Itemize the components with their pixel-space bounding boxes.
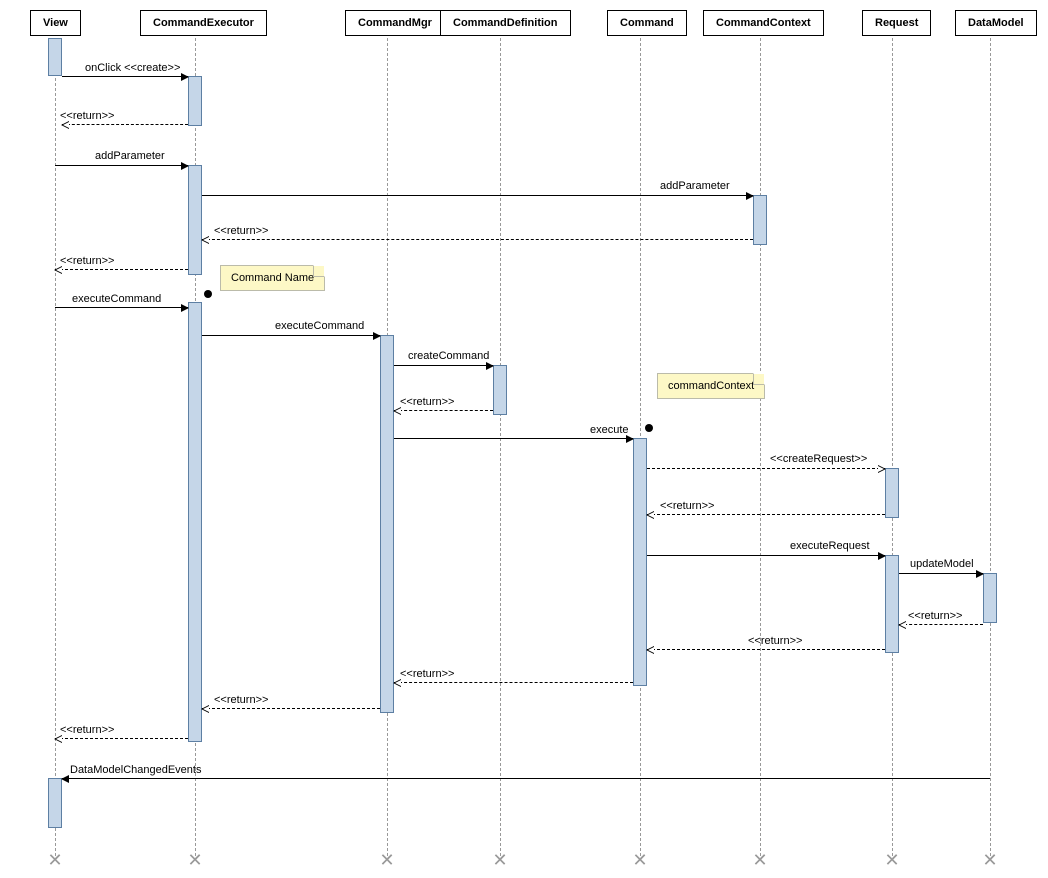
activation-exec-3 bbox=[188, 302, 202, 742]
activation-req-2 bbox=[885, 555, 899, 653]
participant-request: Request bbox=[862, 10, 931, 36]
arrow-return-6 bbox=[899, 624, 983, 625]
msg-return-2: <<return>> bbox=[214, 225, 268, 237]
arrow-addparam-2 bbox=[202, 195, 753, 196]
participant-commandmgr: CommandMgr bbox=[345, 10, 445, 36]
msg-addparam-1: addParameter bbox=[95, 150, 165, 162]
arrow-execcmd-2 bbox=[202, 335, 380, 336]
activation-ctx-1 bbox=[753, 195, 767, 245]
lifeline-request bbox=[892, 38, 893, 856]
participant-datamodel: DataModel bbox=[955, 10, 1037, 36]
activation-def-1 bbox=[493, 365, 507, 415]
lifeline-datamodel bbox=[990, 38, 991, 856]
msg-return-8: <<return>> bbox=[400, 668, 454, 680]
msg-dmchanged: DataModelChangedEvents bbox=[70, 764, 201, 776]
msg-addparam-2: addParameter bbox=[660, 180, 730, 192]
msg-onclick: onClick <<create>> bbox=[85, 62, 180, 74]
activation-req-1 bbox=[885, 468, 899, 518]
activation-view-2 bbox=[48, 778, 62, 828]
sequence-diagram: View CommandExecutor CommandMgr CommandD… bbox=[0, 0, 1048, 878]
activation-dm-1 bbox=[983, 573, 997, 623]
msg-createreq: <<createRequest>> bbox=[770, 453, 867, 465]
arrow-createreq bbox=[647, 468, 885, 469]
participant-commandcontext: CommandContext bbox=[703, 10, 824, 36]
lifeline-commanddefinition bbox=[500, 38, 501, 856]
activation-cmd-1 bbox=[633, 438, 647, 686]
activation-mgr-1 bbox=[380, 335, 394, 713]
activation-exec-1 bbox=[188, 76, 202, 126]
destroy-ctx bbox=[750, 850, 770, 870]
activation-view-1 bbox=[48, 38, 62, 76]
dot-cmdname bbox=[204, 290, 212, 298]
note-command-name: Command Name bbox=[220, 265, 325, 291]
msg-return-6: <<return>> bbox=[908, 610, 962, 622]
destroy-view bbox=[45, 850, 65, 870]
msg-execcmd-2: executeCommand bbox=[275, 320, 364, 332]
arrow-execcmd-1 bbox=[55, 307, 188, 308]
arrow-dmchanged bbox=[62, 778, 990, 779]
msg-execreq: executeRequest bbox=[790, 540, 870, 552]
destroy-dm bbox=[980, 850, 1000, 870]
msg-return-10: <<return>> bbox=[60, 724, 114, 736]
lifeline-commandcontext bbox=[760, 38, 761, 856]
arrow-execreq bbox=[647, 555, 885, 556]
participant-commanddefinition: CommandDefinition bbox=[440, 10, 571, 36]
arrow-return-9 bbox=[202, 708, 380, 709]
arrow-return-1 bbox=[62, 124, 188, 125]
dot-cmdctx bbox=[645, 424, 653, 432]
arrow-return-8 bbox=[394, 682, 633, 683]
msg-return-9: <<return>> bbox=[214, 694, 268, 706]
msg-return-4: <<return>> bbox=[400, 396, 454, 408]
participant-command: Command bbox=[607, 10, 687, 36]
destroy-mgr bbox=[377, 850, 397, 870]
msg-execute: execute bbox=[590, 424, 629, 436]
arrow-return-10 bbox=[55, 738, 188, 739]
participant-view: View bbox=[30, 10, 81, 36]
arrow-return-7 bbox=[647, 649, 885, 650]
destroy-req bbox=[882, 850, 902, 870]
destroy-def bbox=[490, 850, 510, 870]
arrow-onclick bbox=[62, 76, 188, 77]
msg-return-3: <<return>> bbox=[60, 255, 114, 267]
arrow-createcmd bbox=[394, 365, 493, 366]
arrow-updatemodel bbox=[899, 573, 983, 574]
arrow-return-4 bbox=[394, 410, 493, 411]
msg-createcmd: createCommand bbox=[408, 350, 489, 362]
arrow-execute bbox=[394, 438, 633, 439]
lifeline-view bbox=[55, 38, 56, 856]
msg-execcmd-1: executeCommand bbox=[72, 293, 161, 305]
note-command-context: commandContext bbox=[657, 373, 765, 399]
arrow-return-3 bbox=[55, 269, 188, 270]
arrow-return-5 bbox=[647, 514, 885, 515]
destroy-cmd bbox=[630, 850, 650, 870]
arrow-addparam-1 bbox=[55, 165, 188, 166]
activation-exec-2 bbox=[188, 165, 202, 275]
msg-return-7: <<return>> bbox=[748, 635, 802, 647]
destroy-exec bbox=[185, 850, 205, 870]
msg-return-5: <<return>> bbox=[660, 500, 714, 512]
participant-commandexecutor: CommandExecutor bbox=[140, 10, 267, 36]
msg-updatemodel: updateModel bbox=[910, 558, 974, 570]
arrow-return-2 bbox=[202, 239, 753, 240]
